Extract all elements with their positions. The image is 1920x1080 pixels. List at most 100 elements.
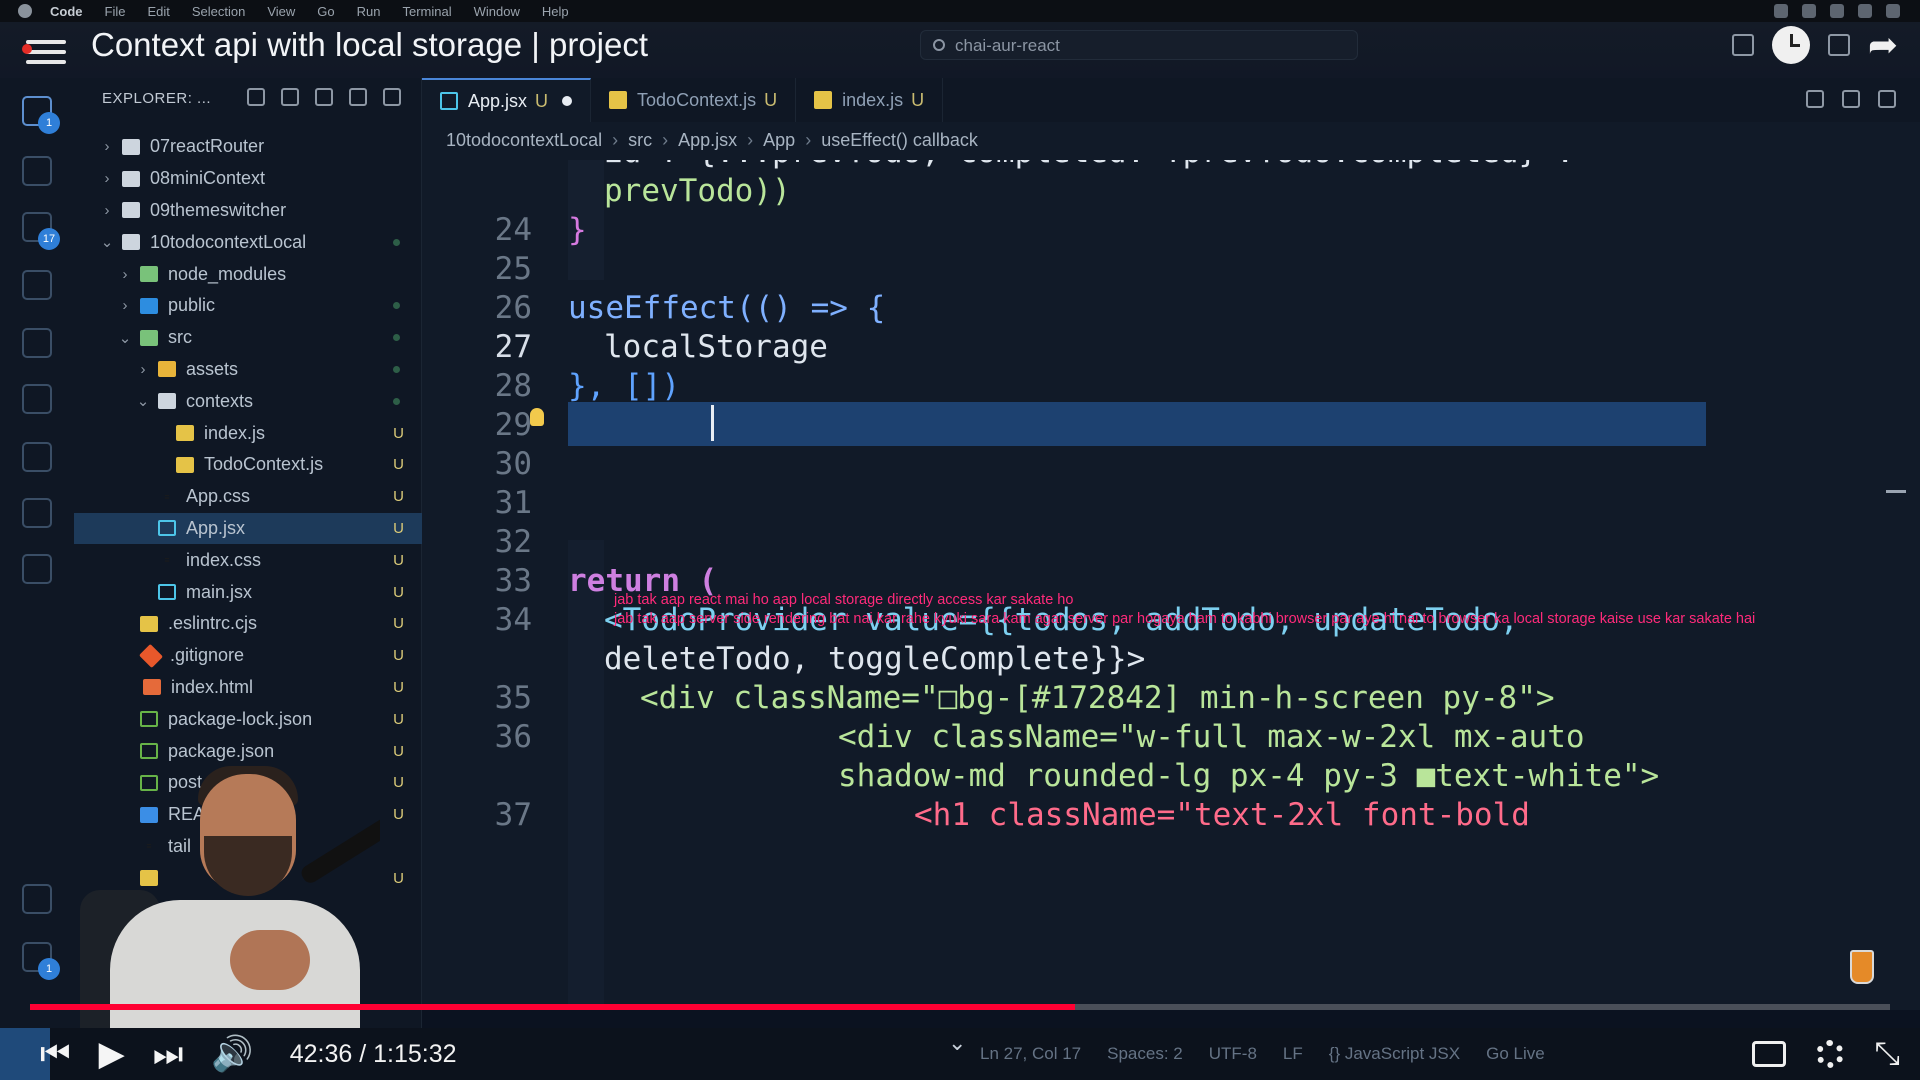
subtitles-icon[interactable] <box>1752 1041 1787 1067</box>
refresh-icon[interactable] <box>315 88 333 106</box>
breadcrumb-item[interactable]: useEffect() callback <box>821 130 978 160</box>
new-file-icon[interactable] <box>247 88 265 106</box>
tree-item[interactable]: ≡ index.css U <box>74 544 422 576</box>
chevron-right-icon[interactable]: › <box>100 202 114 219</box>
video-progress-bar[interactable] <box>30 1004 1890 1010</box>
status-icon[interactable] <box>1774 4 1788 18</box>
next-icon[interactable]: ⏭ <box>153 1034 184 1074</box>
tab-index-js[interactable]: index.js U <box>796 78 944 122</box>
tree-item[interactable]: › assets <box>74 354 422 386</box>
menu-help[interactable]: Help <box>542 4 569 19</box>
code-line: deleteTodo, toggleComplete}}> <box>604 641 1146 677</box>
volume-icon[interactable]: 🔊 <box>211 1034 253 1074</box>
playlist-menu-icon[interactable] <box>22 34 66 68</box>
tree-item[interactable]: › node_modules <box>74 258 422 290</box>
github-icon[interactable] <box>22 498 52 528</box>
tree-item[interactable]: package-lock.json U <box>74 703 422 735</box>
git-status-badge: U <box>393 551 404 569</box>
chevron-down-icon[interactable]: ⌄ <box>136 392 150 410</box>
tab-app-jsx[interactable]: App.jsx U <box>422 78 592 122</box>
unsaved-dot-icon[interactable] <box>562 96 573 106</box>
compare-icon[interactable] <box>1806 90 1824 108</box>
battery-icon[interactable] <box>1858 4 1872 18</box>
new-folder-icon[interactable] <box>281 88 299 106</box>
line-number: 29 <box>494 407 532 443</box>
line-ending[interactable]: LF <box>1283 1044 1303 1064</box>
language-mode[interactable]: {} JavaScript JSX <box>1329 1044 1460 1064</box>
chevron-right-icon[interactable]: › <box>118 297 132 314</box>
chevron-right-icon[interactable]: › <box>100 138 114 155</box>
video-time: 42:36 / 1:15:32 <box>289 1039 457 1068</box>
menu-terminal[interactable]: Terminal <box>403 4 452 19</box>
tree-item[interactable]: › public <box>74 290 422 322</box>
breadcrumb-item[interactable]: src <box>628 130 652 160</box>
tree-item[interactable]: TodoContext.js U <box>74 449 422 481</box>
more-actions-icon[interactable] <box>1878 90 1896 108</box>
explorer-icon[interactable]: 1 <box>22 96 60 134</box>
tree-item[interactable]: ⌄ contexts <box>74 385 422 417</box>
breadcrumb-item[interactable]: 10todocontextLocal <box>446 130 602 160</box>
wifi-icon[interactable] <box>1830 4 1844 18</box>
breadcrumb-item[interactable]: App.jsx <box>678 130 737 160</box>
exit-fullscreen-icon[interactable]: ⤡ <box>1874 1035 1900 1073</box>
toggle-panel-icon[interactable] <box>1827 34 1850 56</box>
tree-item[interactable]: › 08miniContext <box>74 163 422 195</box>
tree-item[interactable]: index.html U <box>74 672 422 704</box>
menu-window[interactable]: Window <box>474 4 520 19</box>
chevron-right-icon[interactable]: › <box>100 170 114 187</box>
breadcrumb-item[interactable]: App <box>763 130 795 160</box>
run-debug-icon[interactable] <box>22 270 52 300</box>
lightbulb-icon[interactable] <box>530 408 544 426</box>
chevron-down-icon[interactable]: ⌄ <box>118 329 132 347</box>
tree-item[interactable]: index.js U <box>74 417 422 449</box>
source-control-icon[interactable]: 17 <box>22 212 60 250</box>
menu-code[interactable]: Code <box>50 4 83 19</box>
indentation[interactable]: Spaces: 2 <box>1107 1044 1183 1064</box>
docker-icon[interactable] <box>22 442 52 472</box>
tree-item[interactable]: › 09themeswitcher <box>74 195 422 227</box>
more-actions-icon[interactable] <box>383 88 401 106</box>
menu-file[interactable]: File <box>105 4 126 19</box>
account-icon[interactable] <box>22 884 52 914</box>
search-icon[interactable] <box>22 156 52 186</box>
apple-icon[interactable] <box>18 4 32 18</box>
menu-selection[interactable]: Selection <box>192 4 245 19</box>
video-title[interactable]: Context api with local storage | project <box>91 26 648 64</box>
chevron-down-icon[interactable]: ⌄ <box>948 1030 966 1056</box>
command-center-search[interactable]: chai-aur-react <box>920 30 1358 60</box>
chevron-right-icon[interactable]: › <box>136 361 150 378</box>
encoding[interactable]: UTF-8 <box>1209 1044 1257 1064</box>
cursor-position[interactable]: Ln 27, Col 17 <box>980 1044 1081 1064</box>
previous-icon[interactable]: ⏮ <box>40 1034 71 1074</box>
settings-gear-icon[interactable]: 1 <box>22 942 60 980</box>
tree-item[interactable]: App.jsx U <box>74 512 422 545</box>
split-editor-icon[interactable] <box>1842 90 1860 108</box>
settings-icon[interactable] <box>1816 1040 1845 1068</box>
menu-go[interactable]: Go <box>317 4 334 19</box>
go-live[interactable]: Go Live <box>1486 1044 1545 1064</box>
control-center-icon[interactable] <box>1886 4 1900 18</box>
remote-explorer-icon[interactable] <box>22 384 52 414</box>
watch-later-icon[interactable] <box>1771 26 1810 64</box>
code-editor[interactable]: 24 25 26 27 28 29 30 31 32 33 34 35 36 3… <box>422 160 1920 1010</box>
extensions-icon[interactable] <box>22 328 52 358</box>
chevron-right-icon[interactable]: › <box>118 266 132 283</box>
tree-item[interactable]: .gitignore U <box>74 640 422 672</box>
tree-item[interactable]: .eslintrc.cjs U <box>74 608 422 640</box>
toggle-sidebar-icon[interactable] <box>1731 34 1754 56</box>
live-share-icon[interactable] <box>22 554 52 584</box>
menu-run[interactable]: Run <box>357 4 381 19</box>
play-icon[interactable]: ▶ <box>99 1034 125 1074</box>
tree-item[interactable]: ⌄ 10todocontextLocal <box>74 226 422 258</box>
share-icon[interactable]: ➦ <box>1868 27 1898 63</box>
collapse-all-icon[interactable] <box>349 88 367 106</box>
tab-todocontext-js[interactable]: TodoContext.js U <box>591 78 797 122</box>
chevron-down-icon[interactable]: ⌄ <box>100 233 114 251</box>
menu-edit[interactable]: Edit <box>147 4 169 19</box>
menu-view[interactable]: View <box>267 4 295 19</box>
tree-item[interactable]: ⌄ src <box>74 322 422 354</box>
tree-item[interactable]: ≡ App.css U <box>74 481 422 513</box>
tree-item[interactable]: › 07reactRouter <box>74 131 422 163</box>
tree-item[interactable]: main.jsx U <box>74 576 422 608</box>
status-icon[interactable] <box>1802 4 1816 18</box>
